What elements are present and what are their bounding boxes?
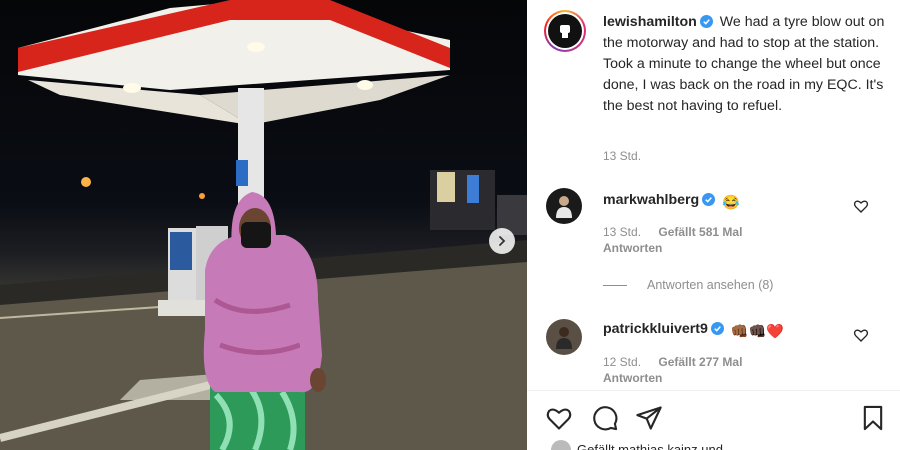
bookmark-icon[interactable] xyxy=(859,404,887,432)
street-light xyxy=(81,177,91,187)
view-replies-link[interactable]: Antworten ansehen (8) xyxy=(603,278,773,292)
author-avatar[interactable] xyxy=(544,10,586,52)
comment-likes[interactable]: Gefällt 581 Mal xyxy=(658,225,742,239)
comment-markwahlberg: markwahlberg 😂 xyxy=(603,192,740,211)
verified-badge-icon xyxy=(699,15,713,28)
comment-username[interactable]: patrickkluivert9 xyxy=(603,321,708,337)
post-caption: lewishamilton We had a tyre blow out on … xyxy=(603,12,885,117)
liker-avatar xyxy=(551,440,571,450)
comment-meta: 13 Std. Gefällt 581 Mal xyxy=(603,225,742,239)
comment-emoji: 👊🏾👊🏿❤️ xyxy=(730,324,784,340)
next-photo-button[interactable] xyxy=(489,228,515,254)
heart-icon[interactable] xyxy=(545,404,573,432)
avatar-fist-icon xyxy=(560,25,570,38)
commenter-avatar-markwahlberg[interactable] xyxy=(546,188,582,224)
avatar-portrait-icon xyxy=(556,196,572,218)
comment-time[interactable]: 13 Std. xyxy=(603,225,641,239)
commenter-avatar-patrickkluivert9[interactable] xyxy=(546,319,582,355)
comment-meta: 12 Std. Gefällt 277 Mal xyxy=(603,355,742,369)
comment-like-heart-icon[interactable] xyxy=(853,198,869,214)
comment-like-heart-icon[interactable] xyxy=(853,327,869,343)
verified-badge-icon xyxy=(702,193,716,206)
comment-username[interactable]: markwahlberg xyxy=(603,192,699,208)
chevron-right-icon xyxy=(499,236,506,246)
comment-emoji: 😂 xyxy=(722,195,740,211)
comment-patrickkluivert9: patrickkluivert9 👊🏾👊🏿❤️ xyxy=(603,321,784,340)
comment-likes[interactable]: Gefällt 277 Mal xyxy=(658,355,742,369)
reply-link[interactable]: Antworten xyxy=(603,241,662,255)
verified-badge-icon xyxy=(710,322,724,335)
face-mask xyxy=(241,222,271,248)
liked-by-summary[interactable]: Gefällt mathias.kainz und xyxy=(551,440,723,450)
avatar-portrait-icon xyxy=(556,327,572,349)
comment-icon[interactable] xyxy=(591,404,619,432)
post-time[interactable]: 13 Std. xyxy=(603,149,641,163)
post-detail-panel: lewishamilton We had a tyre blow out on … xyxy=(527,0,900,450)
author-username[interactable]: lewishamilton xyxy=(603,14,697,30)
pink-hoodie xyxy=(203,235,322,393)
comment-time[interactable]: 12 Std. xyxy=(603,355,641,369)
action-bar-divider xyxy=(527,390,900,391)
view-replies-line xyxy=(603,284,627,286)
gas-station-scene xyxy=(0,0,527,450)
post-action-bar xyxy=(527,398,900,438)
reply-link[interactable]: Antworten xyxy=(603,371,662,385)
post-photo xyxy=(0,0,527,450)
paper-plane-icon[interactable] xyxy=(635,404,663,432)
